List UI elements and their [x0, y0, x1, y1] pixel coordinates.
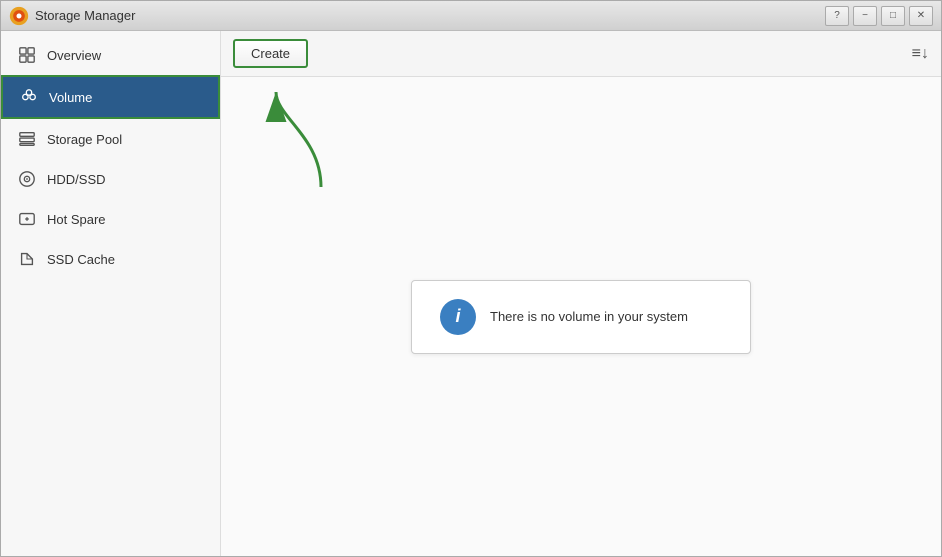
info-box: i There is no volume in your system	[411, 280, 751, 354]
titlebar: Storage Manager ? − □ ✕	[1, 1, 941, 31]
restore-button[interactable]: □	[881, 6, 905, 26]
app-logo	[9, 6, 29, 26]
main-layout: Overview Volume	[1, 31, 941, 556]
sidebar-item-label-ssd-cache: SSD Cache	[47, 252, 115, 267]
toolbar-right: ≡↓	[912, 45, 929, 63]
info-icon: i	[440, 299, 476, 335]
titlebar-controls: ? − □ ✕	[825, 6, 933, 26]
sidebar-item-volume[interactable]: Volume	[1, 75, 220, 119]
volume-icon	[19, 87, 39, 107]
toolbar: Create ≡↓	[221, 31, 941, 77]
storage-pool-icon	[17, 129, 37, 149]
window-title: Storage Manager	[35, 8, 135, 23]
sidebar-item-label-storage-pool: Storage Pool	[47, 132, 122, 147]
content-area: Create ≡↓ i	[221, 31, 941, 556]
hot-spare-icon	[17, 209, 37, 229]
content-body: i There is no volume in your system	[221, 77, 941, 556]
question-button[interactable]: ?	[825, 6, 849, 26]
overview-icon	[17, 45, 37, 65]
sidebar-item-label-volume: Volume	[49, 90, 92, 105]
sidebar-item-storage-pool[interactable]: Storage Pool	[1, 119, 220, 159]
sidebar-item-hot-spare[interactable]: Hot Spare	[1, 199, 220, 239]
hdd-icon	[17, 169, 37, 189]
sidebar-item-label-hdd: HDD/SSD	[47, 172, 106, 187]
arrow-annotation	[221, 77, 421, 197]
ssd-cache-icon	[17, 249, 37, 269]
minimize-button[interactable]: −	[853, 6, 877, 26]
sidebar: Overview Volume	[1, 31, 221, 556]
sidebar-item-overview[interactable]: Overview	[1, 35, 220, 75]
sidebar-item-hdd-ssd[interactable]: HDD/SSD	[1, 159, 220, 199]
sort-icon[interactable]: ≡↓	[912, 45, 929, 62]
app-window: Storage Manager ? − □ ✕ Ov	[0, 0, 942, 557]
close-button[interactable]: ✕	[909, 6, 933, 26]
sidebar-item-label-overview: Overview	[47, 48, 101, 63]
sidebar-item-label-hot-spare: Hot Spare	[47, 212, 106, 227]
create-button[interactable]: Create	[233, 39, 308, 68]
empty-message: There is no volume in your system	[490, 309, 688, 324]
titlebar-left: Storage Manager	[9, 6, 135, 26]
sidebar-item-ssd-cache[interactable]: SSD Cache	[1, 239, 220, 279]
